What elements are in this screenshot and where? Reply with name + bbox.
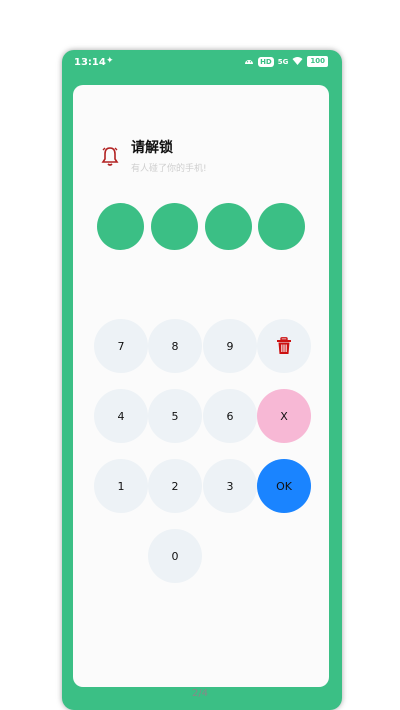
key-6[interactable]: 6 [203,389,257,443]
wifi-icon [292,56,303,67]
battery-indicator: 100 [307,56,328,67]
hd-badge: HD [258,56,274,67]
status-time: 13:14 [74,57,106,68]
key-1[interactable]: 1 [94,459,148,513]
pin-dot [258,203,305,250]
key-5[interactable]: 5 [148,389,202,443]
phone-frame: 13:14 ✦ HD 5G 100 请解锁 有人碰了你的手机! 7 8 9 4 … [62,50,342,710]
bell-alarm-icon [101,147,119,166]
key-8[interactable]: 8 [148,319,202,373]
ok-button[interactable]: OK [257,459,311,513]
pin-dot [151,203,198,250]
notification-icon: ✦ [106,56,114,66]
key-3[interactable]: 3 [203,459,257,513]
page-subtitle: 有人碰了你的手机! [131,164,207,174]
page-title: 请解锁 [131,140,173,156]
key-7[interactable]: 7 [94,319,148,373]
network-5g-label: 5G [277,57,289,66]
trash-icon [277,337,291,354]
pin-dot [97,203,144,250]
key-4[interactable]: 4 [94,389,148,443]
key-0[interactable]: 0 [148,529,202,583]
android-icon [244,56,254,67]
clear-button[interactable]: X [257,389,311,443]
page-indicator: 2/4 [191,688,209,699]
pin-dot [205,203,252,250]
key-9[interactable]: 9 [203,319,257,373]
delete-button[interactable] [257,319,311,373]
key-2[interactable]: 2 [148,459,202,513]
lock-card: 请解锁 有人碰了你的手机! 7 8 9 4 5 6 X 1 2 3 OK 0 [73,85,329,687]
status-bar: 13:14 ✦ HD 5G 100 [62,50,342,76]
status-icons: HD 5G 100 [244,56,328,67]
